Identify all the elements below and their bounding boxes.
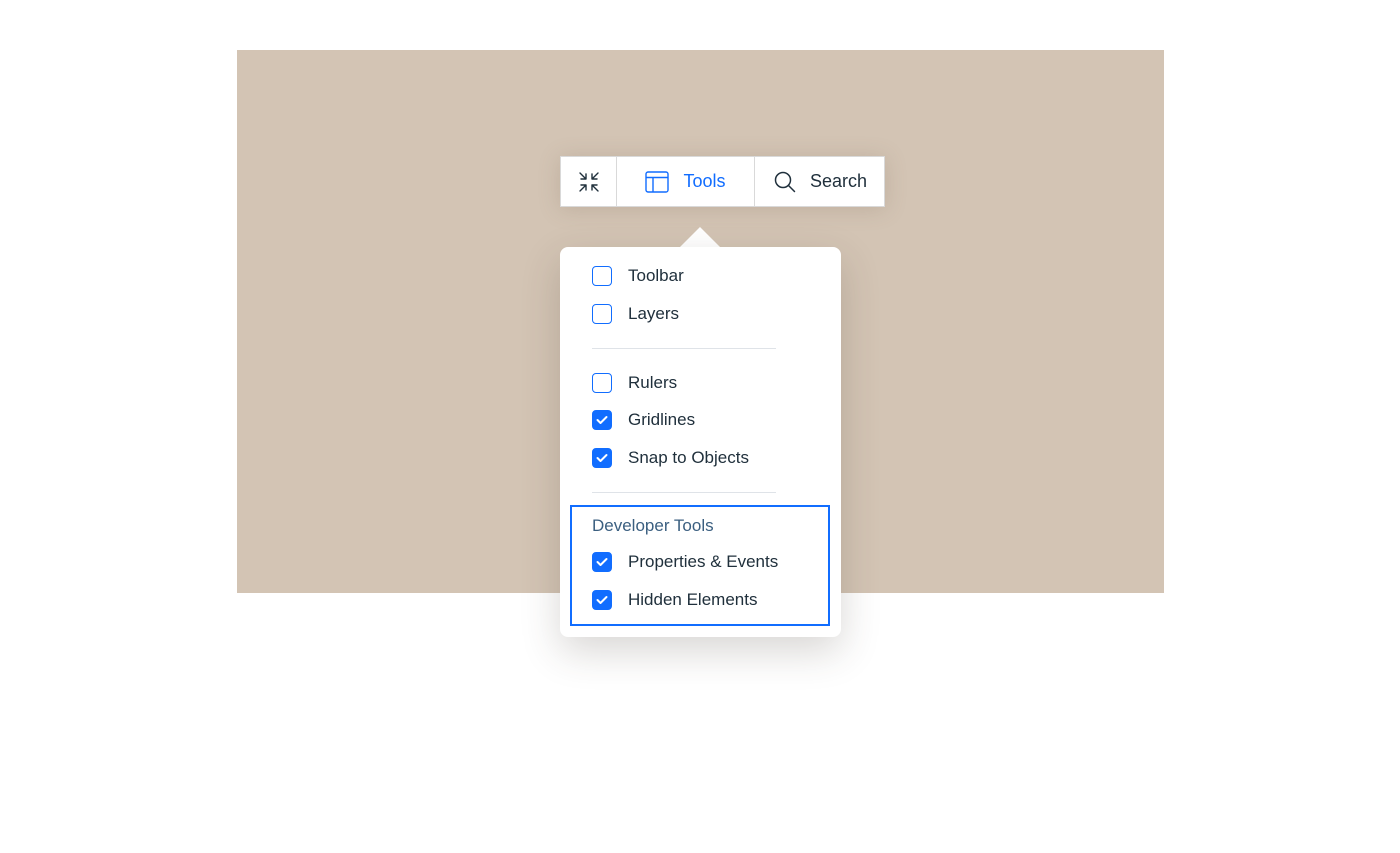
menu-item-label: Toolbar	[628, 266, 684, 285]
menu-item-label: Hidden Elements	[628, 590, 758, 609]
menu-item-label: Snap to Objects	[628, 448, 749, 467]
search-icon	[774, 171, 796, 193]
checkbox-snap-to-objects[interactable]	[592, 448, 612, 468]
collapse-icon	[577, 170, 601, 194]
checkmark-icon	[596, 558, 608, 566]
menu-item-gridlines[interactable]: Gridlines	[592, 408, 695, 432]
menu-item-label: Gridlines	[628, 410, 696, 429]
checkmark-icon	[596, 416, 608, 424]
dropdown-pointer	[680, 227, 720, 247]
divider	[592, 492, 776, 493]
menu-item-label: Layers	[628, 304, 680, 323]
checkbox-gridlines[interactable]	[592, 410, 612, 430]
tools-button[interactable]: Tools	[617, 157, 755, 206]
menu-item-layers[interactable]: Layers	[592, 302, 679, 326]
layout-panel-icon	[645, 170, 670, 193]
checkbox-layers[interactable]	[592, 304, 612, 324]
checkbox-properties-events[interactable]	[592, 552, 612, 572]
checkbox-toolbar[interactable]	[592, 266, 612, 286]
menu-item-rulers[interactable]: Rulers	[592, 371, 677, 395]
collapse-button[interactable]	[561, 157, 617, 206]
divider	[592, 348, 776, 349]
menu-item-snap-to-objects[interactable]: Snap to Objects	[592, 446, 749, 470]
menu-item-label: Properties & Events	[628, 552, 779, 571]
menu-item-properties-events[interactable]: Properties & Events	[592, 550, 778, 574]
tools-dropdown: Toolbar Layers Rulers Gridlines Snap to …	[560, 247, 841, 637]
section-title-developer-tools: Developer Tools	[592, 516, 714, 535]
menu-item-toolbar[interactable]: Toolbar	[592, 264, 684, 288]
tools-label: Tools	[683, 171, 726, 191]
menu-item-label: Rulers	[628, 373, 678, 392]
checkbox-rulers[interactable]	[592, 373, 612, 393]
checkmark-icon	[596, 596, 608, 604]
search-label: Search	[809, 171, 868, 191]
menu-item-hidden-elements[interactable]: Hidden Elements	[592, 588, 757, 612]
checkmark-icon	[596, 454, 608, 462]
search-button[interactable]: Search	[755, 157, 884, 206]
top-toolbar: Tools Search	[560, 156, 885, 207]
checkbox-hidden-elements[interactable]	[592, 590, 612, 610]
